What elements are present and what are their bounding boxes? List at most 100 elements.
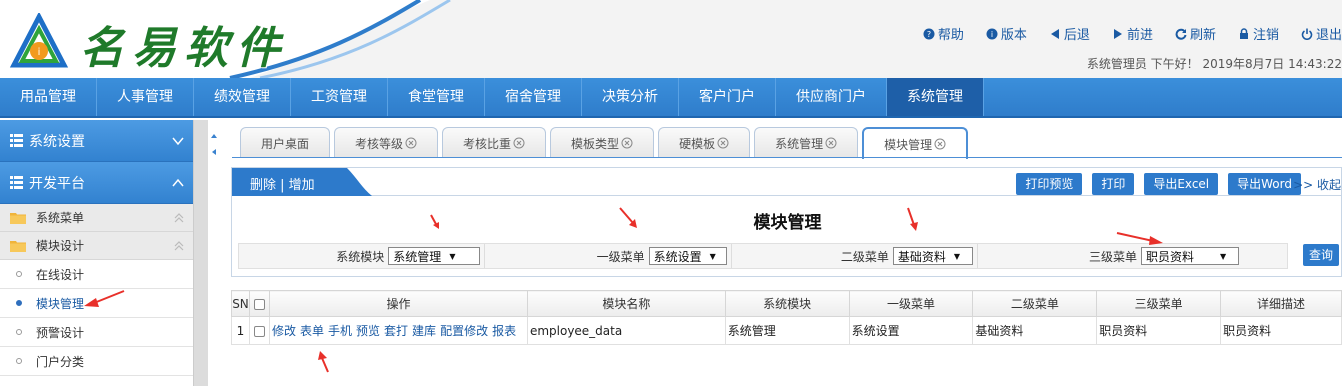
tab-assessment-weight[interactable]: 考核比重 — [442, 127, 547, 158]
col-operations: 操作 — [268, 290, 528, 317]
table-header-row: SN 操作 模块名称 系统模块 一级菜单 二级菜单 三级菜单 详细描述 — [231, 290, 1342, 317]
filter-label: 一级菜单 — [596, 249, 645, 264]
tab-template-type[interactable]: 模板类型 — [550, 127, 655, 158]
cell-level2-menu: 基础资料 — [972, 316, 1098, 345]
logout-link[interactable]: 注销 — [1238, 24, 1279, 43]
sidebar-item-label: 在线设计 — [36, 267, 85, 282]
nav-item-dormitory[interactable]: 宿舍管理 — [485, 78, 582, 116]
back-label: 后退 — [1063, 28, 1090, 43]
filter-label: 三级菜单 — [1088, 249, 1137, 264]
panel-toolbar: 删除 | 增加 打印预览 打印 导出Excel 导出Word >> 收起 — [232, 168, 1341, 196]
select-all-checkbox[interactable] — [253, 298, 265, 310]
nav-item-customer-portal[interactable]: 客户门户 — [679, 78, 776, 116]
sidebar-group-system-settings[interactable]: 系统设置 — [0, 120, 193, 162]
dropdown-arrow-icon: ▼ — [709, 251, 716, 261]
sidebar-collapse-up-icon[interactable] — [210, 132, 218, 140]
level3-menu-select[interactable]: 职员资料 ▼ — [1141, 247, 1239, 265]
forward-link[interactable]: 前进 — [1112, 24, 1153, 43]
sidebar-folder-system-menu[interactable]: 系统菜单 — [0, 204, 193, 232]
op-edit-link[interactable]: 修改 — [272, 324, 296, 338]
tab-label: 用户桌面 — [261, 136, 310, 151]
power-icon — [1301, 28, 1313, 40]
col-description: 详细描述 — [1220, 290, 1342, 317]
level2-menu-select[interactable]: 基础资料 ▼ — [892, 247, 973, 265]
module-panel: 删除 | 增加 打印预览 打印 导出Excel 导出Word >> 收起 模块管… — [231, 167, 1342, 277]
refresh-link[interactable]: 刷新 — [1175, 24, 1216, 43]
nav-item-performance[interactable]: 绩效管理 — [194, 78, 291, 116]
sidebar-item-portal-category[interactable]: 门户分类 — [0, 347, 193, 376]
print-button[interactable]: 打印 — [1092, 173, 1135, 195]
svg-text:i: i — [991, 30, 993, 39]
collapse-link[interactable]: >> 收起 — [1293, 176, 1341, 193]
table-row: 1 修改 表单 手机 预览 套打 建库 配置修改 报表 employee_data 系统管理 … — [231, 316, 1342, 345]
delete-add-actions[interactable]: 删除 | 增加 — [250, 174, 315, 193]
export-excel-button[interactable]: 导出Excel — [1144, 173, 1219, 195]
exit-link[interactable]: 退出 — [1301, 24, 1342, 43]
sidebar-group-dev-platform[interactable]: 开发平台 — [0, 162, 193, 204]
tab-module-management[interactable]: 模块管理 — [862, 127, 969, 159]
close-icon[interactable] — [825, 137, 837, 149]
close-icon[interactable] — [513, 137, 525, 149]
close-icon[interactable] — [934, 138, 946, 150]
back-icon — [1050, 28, 1059, 39]
logo-mark-icon: i — [9, 13, 69, 68]
sidebar: 系统设置 开发平台 系统菜单 模块设计 在线设计 模块管理 预警设计 门户分类 — [0, 120, 194, 386]
logout-label: 注销 — [1252, 28, 1279, 43]
sidebar-scrollbar[interactable] — [194, 120, 208, 386]
op-form-link[interactable]: 表单 — [300, 324, 324, 338]
tab-bar: 用户桌面 考核等级 考核比重 模板类型 硬模板 系统管理 模块管理 — [240, 127, 972, 159]
version-link[interactable]: i 版本 — [986, 24, 1027, 43]
sidebar-item-alert-design[interactable]: 预警设计 — [0, 318, 193, 347]
tab-assessment-level[interactable]: 考核等级 — [334, 127, 439, 158]
sidebar-folder-module-design[interactable]: 模块设计 — [0, 232, 193, 260]
bullet-icon — [16, 300, 22, 306]
col-level1-menu: 一级菜单 — [848, 290, 974, 317]
sidebar-collapse-left-icon[interactable] — [210, 148, 218, 156]
tab-label: 模块管理 — [884, 137, 933, 152]
nav-item-supplies[interactable]: 用品管理 — [0, 78, 97, 116]
filter-label: 系统模块 — [336, 249, 385, 264]
double-chevron-up-icon — [174, 241, 184, 251]
col-module-name: 模块名称 — [526, 290, 726, 317]
close-icon[interactable] — [405, 137, 417, 149]
nav-item-hr[interactable]: 人事管理 — [97, 78, 194, 116]
system-module-select[interactable]: 系统管理 ▼ — [388, 247, 481, 265]
level1-menu-select[interactable]: 系统设置 ▼ — [648, 247, 727, 265]
op-mobile-link[interactable]: 手机 — [328, 324, 352, 338]
annotation-arrow-icon — [619, 207, 637, 228]
annotation-arrow-icon — [1116, 232, 1163, 245]
query-button[interactable]: 查询 — [1303, 244, 1340, 266]
tab-user-desktop[interactable]: 用户桌面 — [240, 127, 331, 158]
tab-label: 考核比重 — [463, 136, 512, 151]
chevron-up-icon — [172, 178, 184, 187]
nav-item-decision[interactable]: 决策分析 — [582, 78, 679, 116]
op-report-link[interactable]: 报表 — [492, 324, 516, 338]
nav-item-supplier-portal[interactable]: 供应商门户 — [776, 78, 887, 116]
op-print-template-link[interactable]: 套打 — [384, 324, 408, 338]
print-preview-button[interactable]: 打印预览 — [1016, 173, 1083, 195]
op-preview-link[interactable]: 预览 — [356, 324, 380, 338]
svg-text:i: i — [38, 47, 41, 58]
op-build-db-link[interactable]: 建库 — [412, 324, 436, 338]
logo: i 名易软件 — [8, 12, 288, 76]
op-config-edit-link[interactable]: 配置修改 — [440, 324, 488, 338]
tab-hard-template[interactable]: 硬模板 — [658, 127, 751, 158]
bullet-icon — [16, 358, 22, 364]
close-icon[interactable] — [717, 137, 729, 149]
nav-item-canteen[interactable]: 食堂管理 — [388, 78, 485, 116]
close-icon[interactable] — [621, 137, 633, 149]
nav-item-payroll[interactable]: 工资管理 — [291, 78, 388, 116]
help-link[interactable]: ? 帮助 — [923, 24, 964, 43]
export-word-button[interactable]: 导出Word — [1228, 173, 1301, 195]
tab-system-management[interactable]: 系统管理 — [754, 127, 859, 158]
row-checkbox[interactable] — [253, 325, 265, 337]
chevron-down-icon — [172, 137, 184, 146]
dropdown-arrow-icon: ▼ — [449, 251, 456, 261]
annotation-arrow-icon — [907, 207, 918, 231]
sidebar-item-online-design[interactable]: 在线设计 — [0, 260, 193, 289]
logo-text: 名易软件 — [80, 23, 288, 74]
nav-item-system[interactable]: 系统管理 — [887, 78, 984, 116]
sidebar-item-label: 门户分类 — [36, 354, 85, 369]
back-link[interactable]: 后退 — [1049, 24, 1090, 43]
version-label: 版本 — [1000, 28, 1027, 43]
